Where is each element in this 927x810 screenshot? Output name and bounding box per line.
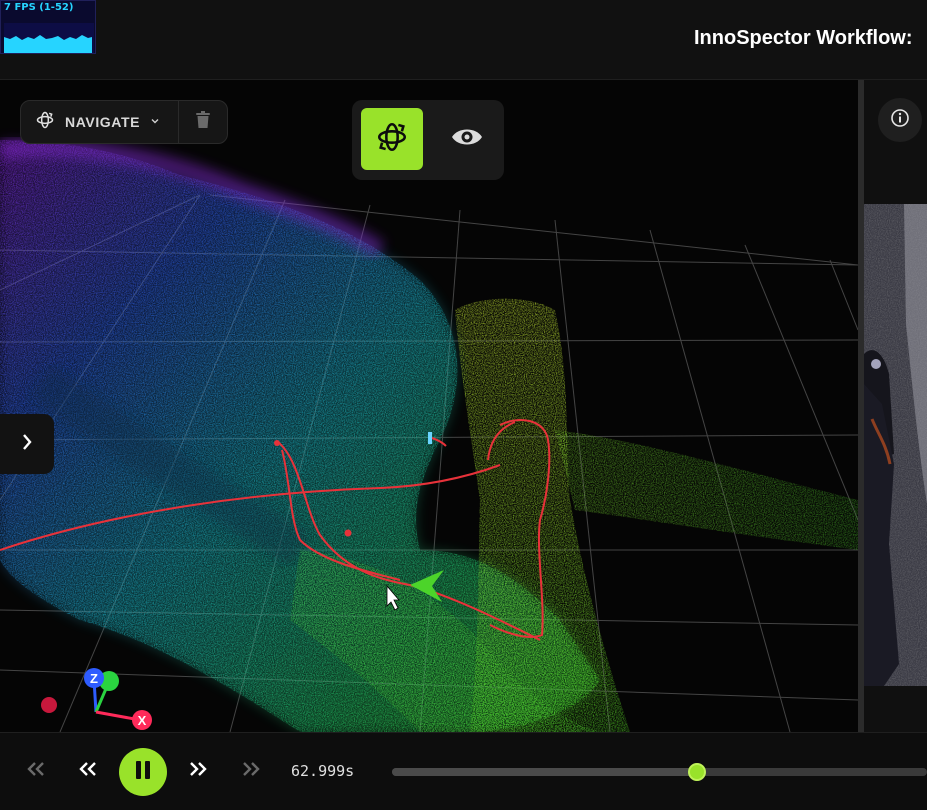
- playback-bar: 62.999s: [0, 732, 927, 810]
- sensor-marker: [428, 432, 432, 444]
- info-icon: [890, 108, 910, 133]
- skip-to-end-button[interactable]: [233, 753, 269, 789]
- viewport-toolbar: NAVIGATE: [20, 100, 228, 144]
- eye-icon: [450, 125, 484, 154]
- navigate-mode-dropdown[interactable]: NAVIGATE: [21, 101, 179, 143]
- camera-feed-preview[interactable]: [864, 204, 927, 686]
- step-back-button[interactable]: [70, 753, 106, 789]
- double-chevron-left-icon: [78, 761, 98, 782]
- view-mode-switch: [352, 100, 504, 180]
- pause-icon: [135, 760, 151, 785]
- fps-graph: [4, 23, 94, 53]
- side-panel-expand-button[interactable]: [0, 414, 54, 474]
- top-bar: 7 FPS (1-52) InnoSpector Workflow:: [0, 0, 927, 80]
- waypoint-marker: [344, 529, 352, 537]
- chevron-down-icon: [150, 113, 160, 131]
- double-chevron-right-icon: [188, 761, 208, 782]
- point-cloud-viewport[interactable]: NAVIGATE Z X: [0, 80, 858, 732]
- pause-button[interactable]: [119, 748, 167, 796]
- delete-button[interactable]: [179, 101, 227, 143]
- waypoint-marker: [274, 440, 280, 446]
- app-title: InnoSpector Workflow:: [694, 27, 913, 49]
- timeline-track[interactable]: [392, 763, 927, 781]
- gizmo-x-label: X: [138, 713, 147, 728]
- timeline-scrubber[interactable]: [687, 763, 706, 781]
- skip-to-start-button[interactable]: [18, 753, 54, 789]
- view-mode-button[interactable]: [436, 108, 498, 170]
- trash-icon: [195, 110, 211, 134]
- orbit-icon: [35, 110, 55, 135]
- chevron-right-icon: [21, 433, 33, 456]
- info-button[interactable]: [878, 98, 922, 142]
- gizmo-negative-x[interactable]: [41, 697, 57, 713]
- double-chevron-left-icon: [26, 761, 46, 782]
- fps-label: 7 FPS (1-52): [4, 2, 74, 13]
- camera-panel: [864, 80, 927, 732]
- axis-gizmo[interactable]: Z X: [30, 662, 170, 732]
- playback-time: 62.999s: [291, 762, 355, 780]
- timeline-progress: [392, 768, 697, 776]
- orbit-icon: [375, 120, 409, 159]
- double-chevron-right-icon: [241, 761, 261, 782]
- navigate-mode-label: NAVIGATE: [65, 114, 141, 130]
- orbit-mode-button[interactable]: [361, 108, 423, 170]
- gizmo-z-label: Z: [90, 671, 98, 686]
- step-forward-button[interactable]: [180, 753, 216, 789]
- fps-monitor: 7 FPS (1-52): [0, 0, 96, 54]
